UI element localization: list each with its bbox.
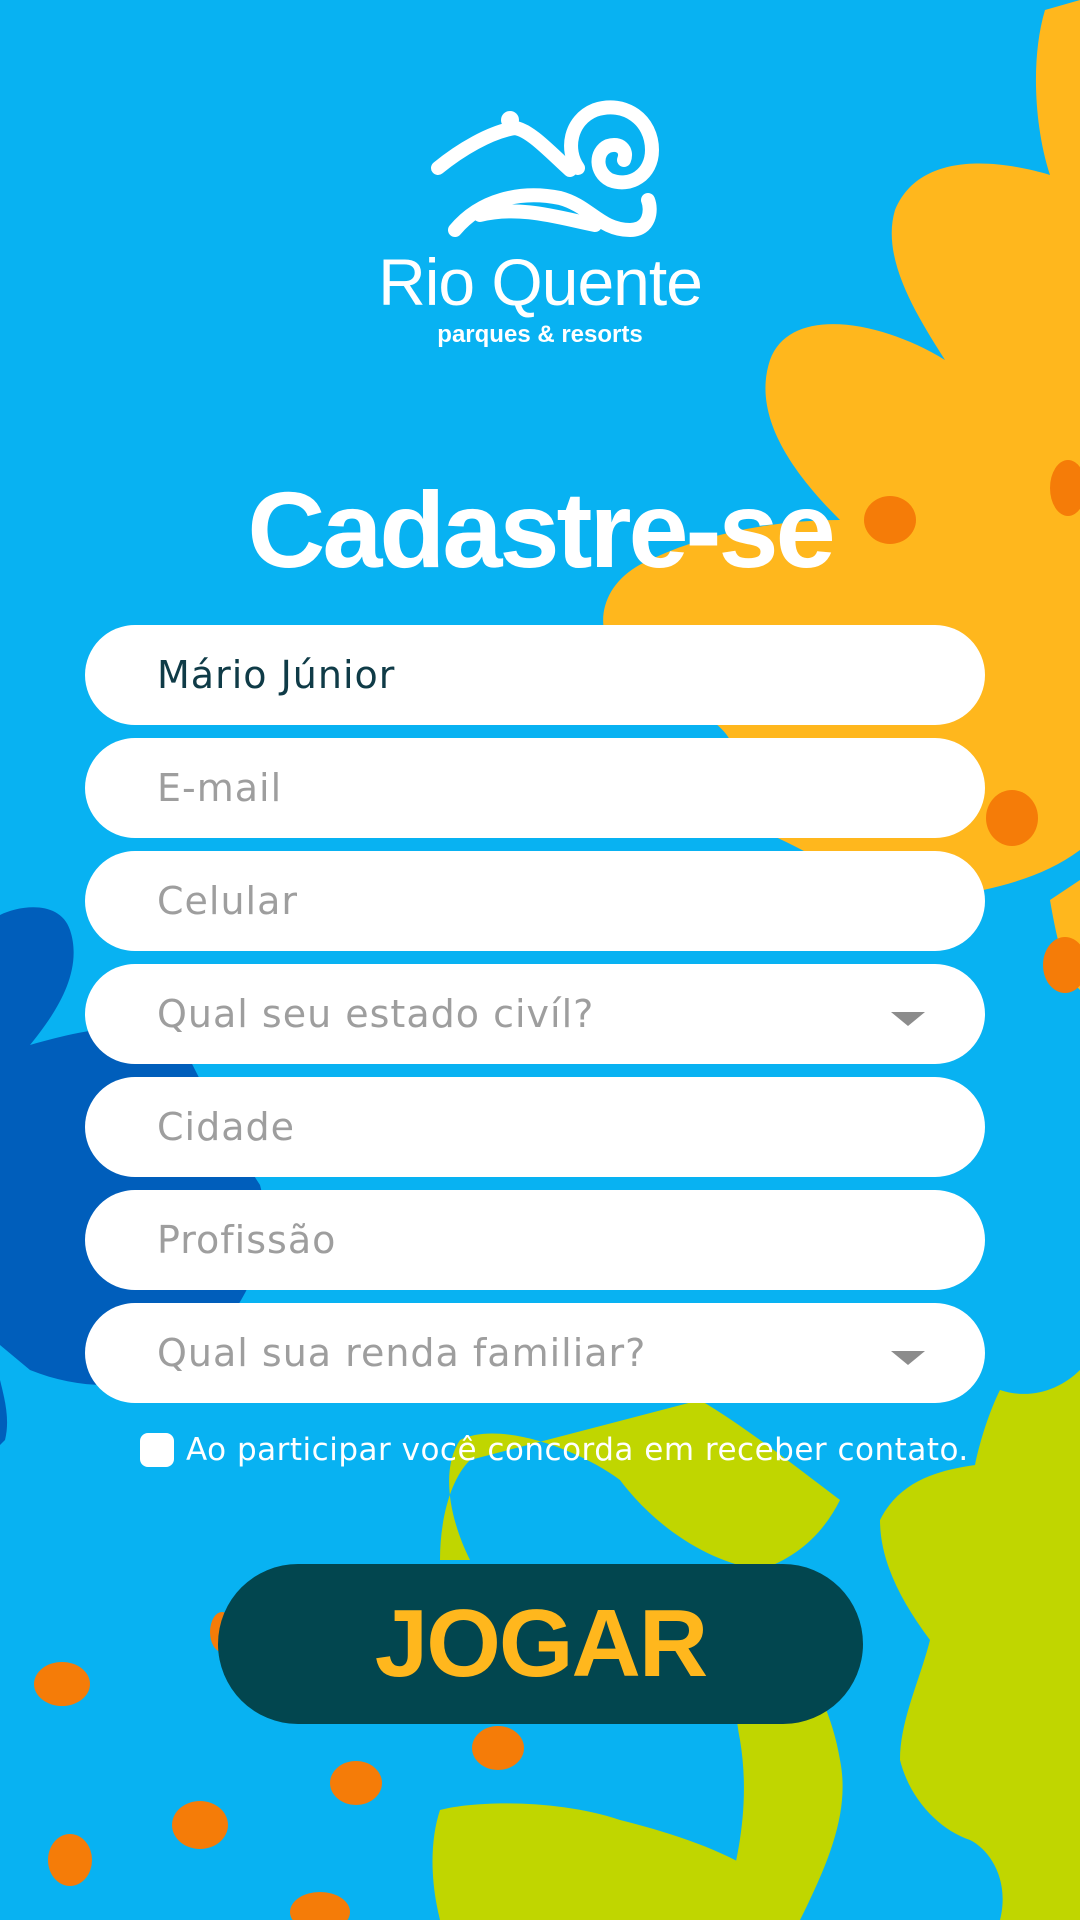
page-title: Cadastre-se <box>247 469 835 590</box>
consent-checkbox[interactable] <box>140 1433 174 1467</box>
profession-field[interactable]: Profissão <box>85 1190 985 1290</box>
family-income-select[interactable]: Qual sua renda familiar? <box>85 1303 985 1403</box>
name-field-value: Mário Júnior <box>157 653 396 697</box>
consent-label: Ao participar você concorda em receber c… <box>186 1432 969 1468</box>
marital-status-select[interactable]: Qual seu estado civíl? <box>85 964 985 1064</box>
email-field-placeholder: E-mail <box>157 766 283 810</box>
name-field[interactable]: Mário Júnior <box>85 625 985 725</box>
email-field[interactable]: E-mail <box>85 738 985 838</box>
family-income-placeholder: Qual sua renda familiar? <box>157 1331 647 1375</box>
chevron-down-icon <box>891 1351 925 1365</box>
play-button[interactable]: JOGAR <box>218 1564 863 1724</box>
marital-status-placeholder: Qual seu estado civíl? <box>157 992 595 1036</box>
play-button-label: JOGAR <box>374 1590 708 1697</box>
phone-field[interactable]: Celular <box>85 851 985 951</box>
chevron-down-icon <box>891 1012 925 1026</box>
rio-quente-logo-icon <box>431 100 660 238</box>
brand-name: Rio Quente <box>378 245 703 319</box>
consent-row: Ao participar você concorda em receber c… <box>140 1432 969 1468</box>
phone-field-placeholder: Celular <box>157 879 299 923</box>
brand-logo: Rio Quente parques & resorts <box>0 80 1080 350</box>
profession-field-placeholder: Profissão <box>157 1218 337 1262</box>
signup-form: Mário Júnior E-mail Celular Qual seu est… <box>85 625 985 1416</box>
brand-tagline: parques & resorts <box>437 321 643 348</box>
navy-leaf-tip-shape <box>0 1380 8 1445</box>
city-field-placeholder: Cidade <box>157 1105 295 1149</box>
city-field[interactable]: Cidade <box>85 1077 985 1177</box>
